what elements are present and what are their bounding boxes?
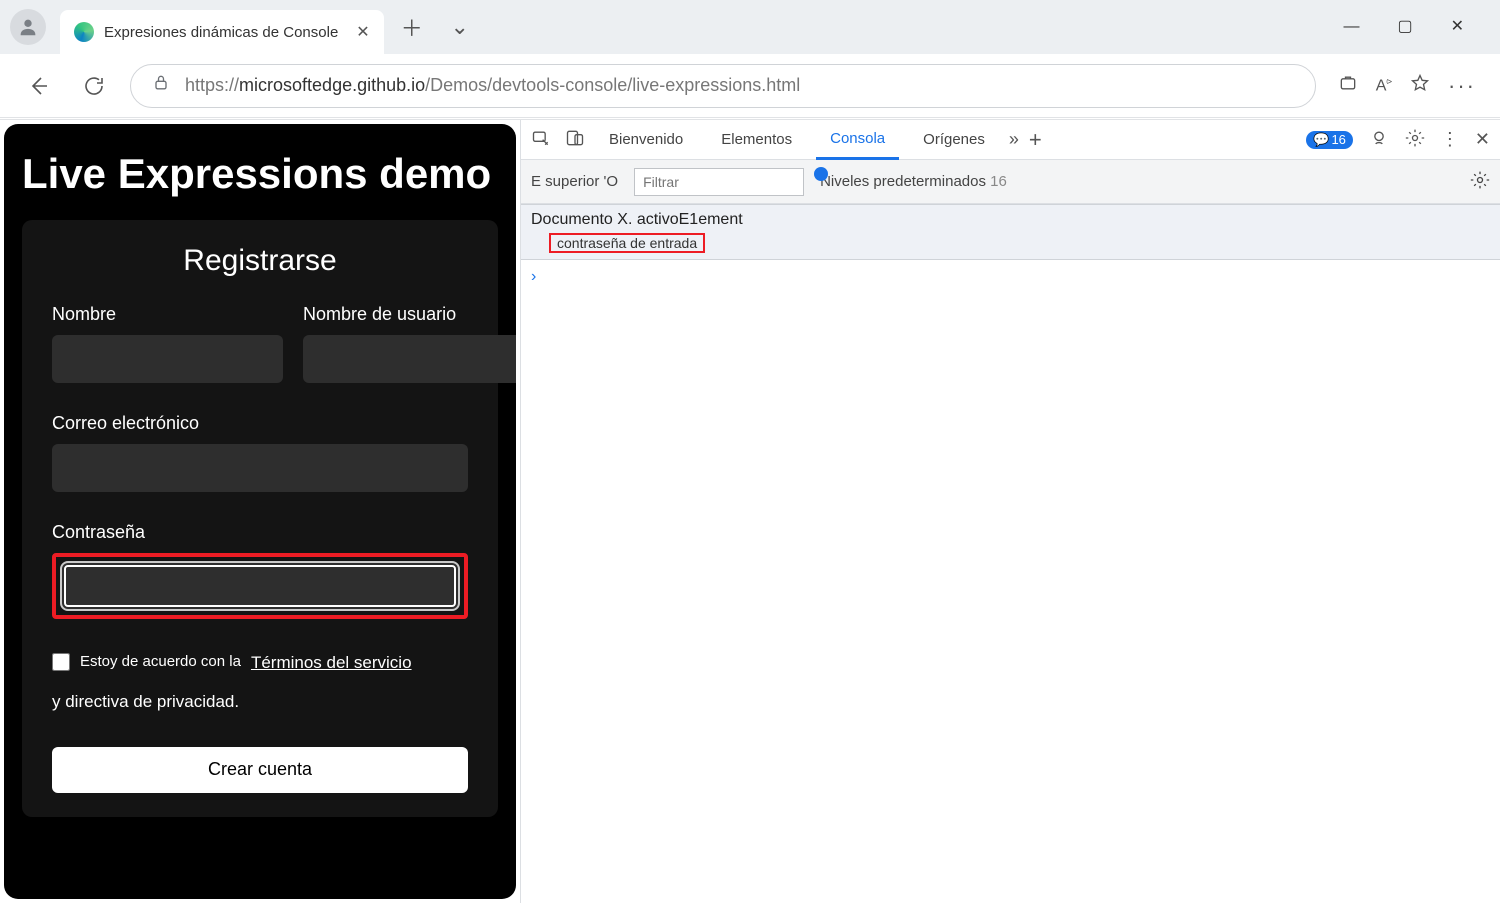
submit-button[interactable]: Crear cuenta [52, 747, 468, 793]
tab-strip: Expresiones dinámicas de Console ✕ ＋ ⌄ —… [0, 0, 1500, 54]
profile-button[interactable] [10, 9, 46, 45]
kebab-menu-icon[interactable]: ⋮ [1441, 129, 1459, 150]
edge-logo-icon [74, 22, 94, 42]
arrow-left-icon [26, 74, 50, 98]
maximize-button[interactable]: ▢ [1397, 19, 1412, 35]
password-input[interactable] [60, 561, 460, 611]
back-button[interactable] [18, 66, 58, 106]
terms-agree-text: Estoy de acuerdo con la [80, 649, 241, 675]
tab-welcome[interactable]: Bienvenido [595, 120, 697, 160]
terms-checkbox[interactable] [52, 653, 70, 671]
console-settings-icon[interactable] [1470, 170, 1490, 194]
context-selector[interactable]: E superior 'O [531, 173, 618, 190]
password-label: Contraseña [52, 522, 468, 543]
terms-link[interactable]: Términos del servicio [251, 649, 412, 678]
live-expression-text: Documento X. activoE1ement [531, 211, 1490, 229]
devtools-panel: Bienvenido Elementos Consola Orígenes » … [520, 120, 1500, 903]
address-bar: https://microsoftedge.github.io/Demos/de… [0, 54, 1500, 118]
tab-title: Expresiones dinámicas de Console [104, 24, 338, 41]
username-input[interactable] [303, 335, 516, 383]
email-input[interactable] [52, 444, 468, 492]
content-area: Live Expressions demo Registrarse Nombre… [0, 119, 1500, 903]
email-label: Correo electrónico [52, 413, 468, 434]
live-expression-result: contraseña de entrada [549, 233, 705, 253]
tab-menu-button[interactable]: ⌄ [440, 7, 480, 47]
device-toggle-icon[interactable] [565, 128, 585, 151]
browser-chrome: Expresiones dinámicas de Console ✕ ＋ ⌄ —… [0, 0, 1500, 118]
filter-input[interactable] [634, 168, 804, 196]
demo-title: Live Expressions demo [22, 124, 498, 220]
feedback-icon[interactable] [1369, 128, 1389, 151]
favorite-icon[interactable] [1410, 73, 1430, 98]
devtools-close-icon[interactable]: ✕ [1475, 129, 1490, 150]
browser-tab[interactable]: Expresiones dinámicas de Console ✕ [60, 10, 384, 54]
tab-close-button[interactable]: ✕ [356, 22, 369, 42]
url-input[interactable]: https://microsoftedge.github.io/Demos/de… [130, 64, 1316, 108]
address-actions: A⪧ ··· [1332, 73, 1482, 99]
refresh-button[interactable] [74, 66, 114, 106]
refresh-icon [82, 74, 106, 98]
more-menu-icon[interactable]: ··· [1448, 73, 1476, 99]
tab-elements[interactable]: Elementos [707, 120, 806, 160]
prompt-chevron-icon: › [531, 268, 536, 285]
inspect-icon[interactable] [531, 128, 551, 151]
signup-form: Registrarse Nombre Nombre de usuario Cor… [22, 220, 498, 817]
console-prompt[interactable]: › [521, 260, 1500, 294]
tab-sources[interactable]: Orígenes [909, 120, 999, 160]
url-text: https://microsoftedge.github.io/Demos/de… [185, 75, 800, 96]
levels-indicator-icon [814, 167, 828, 181]
read-aloud-icon[interactable]: A⪧ [1376, 76, 1392, 95]
log-levels-selector[interactable]: Niveles predeterminados 16 [820, 173, 1007, 190]
lock-icon [151, 73, 171, 98]
form-heading: Registrarse [52, 244, 468, 278]
tab-console[interactable]: Consola [816, 120, 899, 160]
terms-row: Estoy de acuerdo con la Términos del ser… [52, 649, 468, 717]
new-tab-button[interactable]: ＋ [392, 7, 432, 47]
issues-badge[interactable]: 💬16 [1306, 131, 1353, 149]
demo-page: Live Expressions demo Registrarse Nombre… [4, 124, 516, 899]
minimize-button[interactable]: — [1343, 19, 1359, 35]
app-icon[interactable] [1338, 73, 1358, 98]
console-toolbar: E superior 'O Niveles predeterminados 16 [521, 160, 1500, 204]
name-input[interactable] [52, 335, 283, 383]
settings-icon[interactable] [1405, 128, 1425, 151]
password-highlight [52, 553, 468, 619]
close-window-button[interactable]: ✕ [1451, 19, 1464, 35]
username-label: Nombre de usuario [303, 304, 516, 325]
person-icon [17, 16, 39, 38]
window-controls: — ▢ ✕ [1343, 19, 1500, 35]
name-label: Nombre [52, 304, 283, 325]
more-tabs-icon[interactable]: » [1009, 129, 1019, 150]
add-tab-icon[interactable]: + [1029, 127, 1042, 153]
live-expression[interactable]: Documento X. activoE1ement contraseña de… [521, 204, 1500, 260]
terms-rest-text: y directiva de privacidad. [52, 692, 239, 711]
devtools-tabs: Bienvenido Elementos Consola Orígenes » … [521, 120, 1500, 160]
